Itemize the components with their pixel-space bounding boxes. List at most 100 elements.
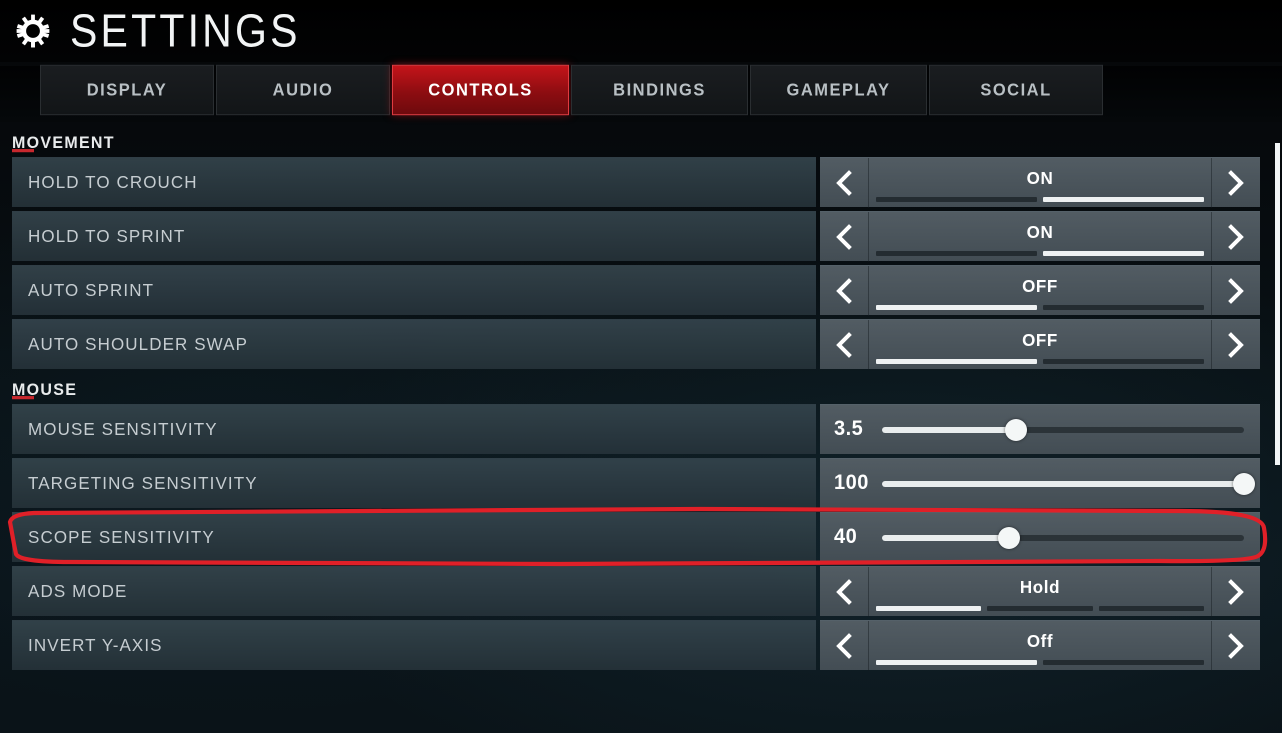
setting-label-cell: HOLD TO CROUCH	[12, 157, 816, 207]
slider-knob[interactable]	[1233, 472, 1255, 495]
chevron-right-icon[interactable]	[1212, 266, 1260, 316]
scrollbar-thumb[interactable]	[1275, 143, 1280, 465]
selector-value: OFF	[1022, 276, 1058, 297]
tab-gameplay-label: GAMEPLAY	[786, 80, 891, 99]
tab-audio[interactable]: AUDIO	[216, 64, 390, 116]
slider-value: 3.5	[834, 417, 864, 441]
selector-segment	[876, 659, 1037, 665]
tab-bindings[interactable]: BINDINGS	[571, 64, 748, 116]
setting-label: TARGETING SENSITIVITY	[28, 473, 258, 493]
chevron-left-icon[interactable]	[820, 621, 868, 671]
setting-label-cell: ADS MODE	[12, 566, 816, 616]
setting-row[interactable]: ADS MODE Hold	[0, 566, 1282, 617]
selector-value-area[interactable]: Hold	[868, 566, 1212, 617]
selector-value: ON	[1026, 168, 1054, 189]
selector-control: Off	[820, 620, 1260, 671]
selector-value-area[interactable]: Off	[868, 620, 1212, 671]
slider-knob[interactable]	[997, 526, 1020, 549]
setting-label: AUTO SHOULDER SWAP	[28, 334, 249, 354]
selector-value-area[interactable]: ON	[868, 211, 1212, 262]
chevron-right-icon[interactable]	[1212, 158, 1260, 208]
setting-label: ADS MODE	[28, 581, 128, 601]
section-title: MOVEMENT	[12, 134, 115, 153]
selector-segments	[876, 250, 1204, 256]
tab-audio-label: AUDIO	[272, 80, 334, 99]
gear-icon	[14, 12, 52, 50]
tab-controls[interactable]: CONTROLS	[392, 64, 569, 116]
chevron-right-icon[interactable]	[1212, 212, 1260, 262]
setting-row[interactable]: INVERT Y-AXIS Off	[0, 620, 1282, 671]
slider-control: 100	[820, 458, 1260, 508]
selector-value: Hold	[1019, 577, 1061, 598]
tab-display-label: DISPLAY	[86, 80, 168, 99]
selector-segment	[876, 196, 1037, 202]
setting-label: SCOPE SENSITIVITY	[28, 527, 215, 547]
tab-controls-label: CONTROLS	[428, 80, 533, 99]
setting-row[interactable]: AUTO SPRINT OFF	[0, 265, 1282, 316]
setting-label-cell: SCOPE SENSITIVITY	[12, 512, 816, 562]
selector-segments	[876, 605, 1204, 611]
slider-track-fill	[882, 426, 1016, 433]
setting-label: INVERT Y-AXIS	[28, 635, 163, 655]
selector-control: ON	[820, 211, 1260, 262]
tab-bindings-label: BINDINGS	[613, 80, 706, 99]
section-header-movement: MOVEMENT	[0, 126, 1282, 157]
selector-control: OFF	[820, 265, 1260, 316]
setting-row[interactable]: SCOPE SENSITIVITY 40	[0, 512, 1282, 562]
selector-segment	[876, 250, 1037, 256]
setting-row[interactable]: HOLD TO CROUCH ON	[0, 157, 1282, 208]
selector-value: OFF	[1022, 330, 1058, 351]
slider-track[interactable]	[882, 513, 1244, 563]
chevron-left-icon[interactable]	[820, 567, 868, 617]
selector-value-area[interactable]: ON	[868, 157, 1212, 208]
tab-display[interactable]: DISPLAY	[40, 64, 214, 116]
setting-label-cell: INVERT Y-AXIS	[12, 620, 816, 670]
chevron-left-icon[interactable]	[820, 266, 868, 316]
setting-row[interactable]: AUTO SHOULDER SWAP OFF	[0, 319, 1282, 370]
tab-gameplay[interactable]: GAMEPLAY	[750, 64, 927, 116]
chevron-right-icon[interactable]	[1212, 320, 1260, 370]
tab-social[interactable]: SOCIAL	[929, 64, 1103, 116]
slider-track-fill	[882, 534, 1009, 541]
selector-segment	[1043, 659, 1204, 665]
setting-row[interactable]: HOLD TO SPRINT ON	[0, 211, 1282, 262]
slider-track[interactable]	[882, 405, 1244, 455]
section-title: MOUSE	[12, 381, 78, 400]
setting-row[interactable]: MOUSE SENSITIVITY 3.5	[0, 404, 1282, 454]
settings-tab-bar: DISPLAY AUDIO CONTROLS BINDINGS GAMEPLAY…	[0, 64, 1282, 122]
setting-label-cell: AUTO SPRINT	[12, 265, 816, 315]
slider-value: 100	[834, 471, 869, 495]
setting-label-cell: TARGETING SENSITIVITY	[12, 458, 816, 508]
selector-segments	[876, 358, 1204, 364]
chevron-left-icon[interactable]	[820, 212, 868, 262]
chevron-right-icon[interactable]	[1212, 621, 1260, 671]
setting-row[interactable]: TARGETING SENSITIVITY 100	[0, 458, 1282, 508]
setting-label-cell: HOLD TO SPRINT	[12, 211, 816, 261]
chevron-left-icon[interactable]	[820, 320, 868, 370]
selector-segment	[1043, 358, 1204, 364]
slider-control: 40	[820, 512, 1260, 562]
setting-label: HOLD TO SPRINT	[28, 226, 186, 246]
chevron-left-icon[interactable]	[820, 158, 868, 208]
tab-social-label: SOCIAL	[980, 80, 1052, 99]
setting-label: MOUSE SENSITIVITY	[28, 419, 218, 439]
slider-track[interactable]	[882, 459, 1255, 509]
selector-control: Hold	[820, 566, 1260, 617]
setting-label-cell: AUTO SHOULDER SWAP	[12, 319, 816, 369]
selector-segment	[876, 605, 982, 611]
chevron-right-icon[interactable]	[1212, 567, 1260, 617]
selector-segment	[1043, 196, 1204, 202]
selector-value-area[interactable]: OFF	[868, 319, 1212, 370]
selector-segments	[876, 659, 1204, 665]
selector-segment	[1043, 304, 1204, 310]
slider-knob[interactable]	[1004, 418, 1027, 441]
slider-value: 40	[834, 525, 858, 549]
setting-label: HOLD TO CROUCH	[28, 172, 198, 192]
slider-track-fill	[882, 480, 1244, 487]
selector-segments	[876, 304, 1204, 310]
selector-segment	[876, 358, 1037, 364]
setting-label-cell: MOUSE SENSITIVITY	[12, 404, 816, 454]
page-title: SETTINGS	[70, 4, 301, 57]
selector-value-area[interactable]: OFF	[868, 265, 1212, 316]
settings-list[interactable]: MOVEMENT HOLD TO CROUCH ON HOLD TO SPRINT ON…	[0, 126, 1282, 733]
